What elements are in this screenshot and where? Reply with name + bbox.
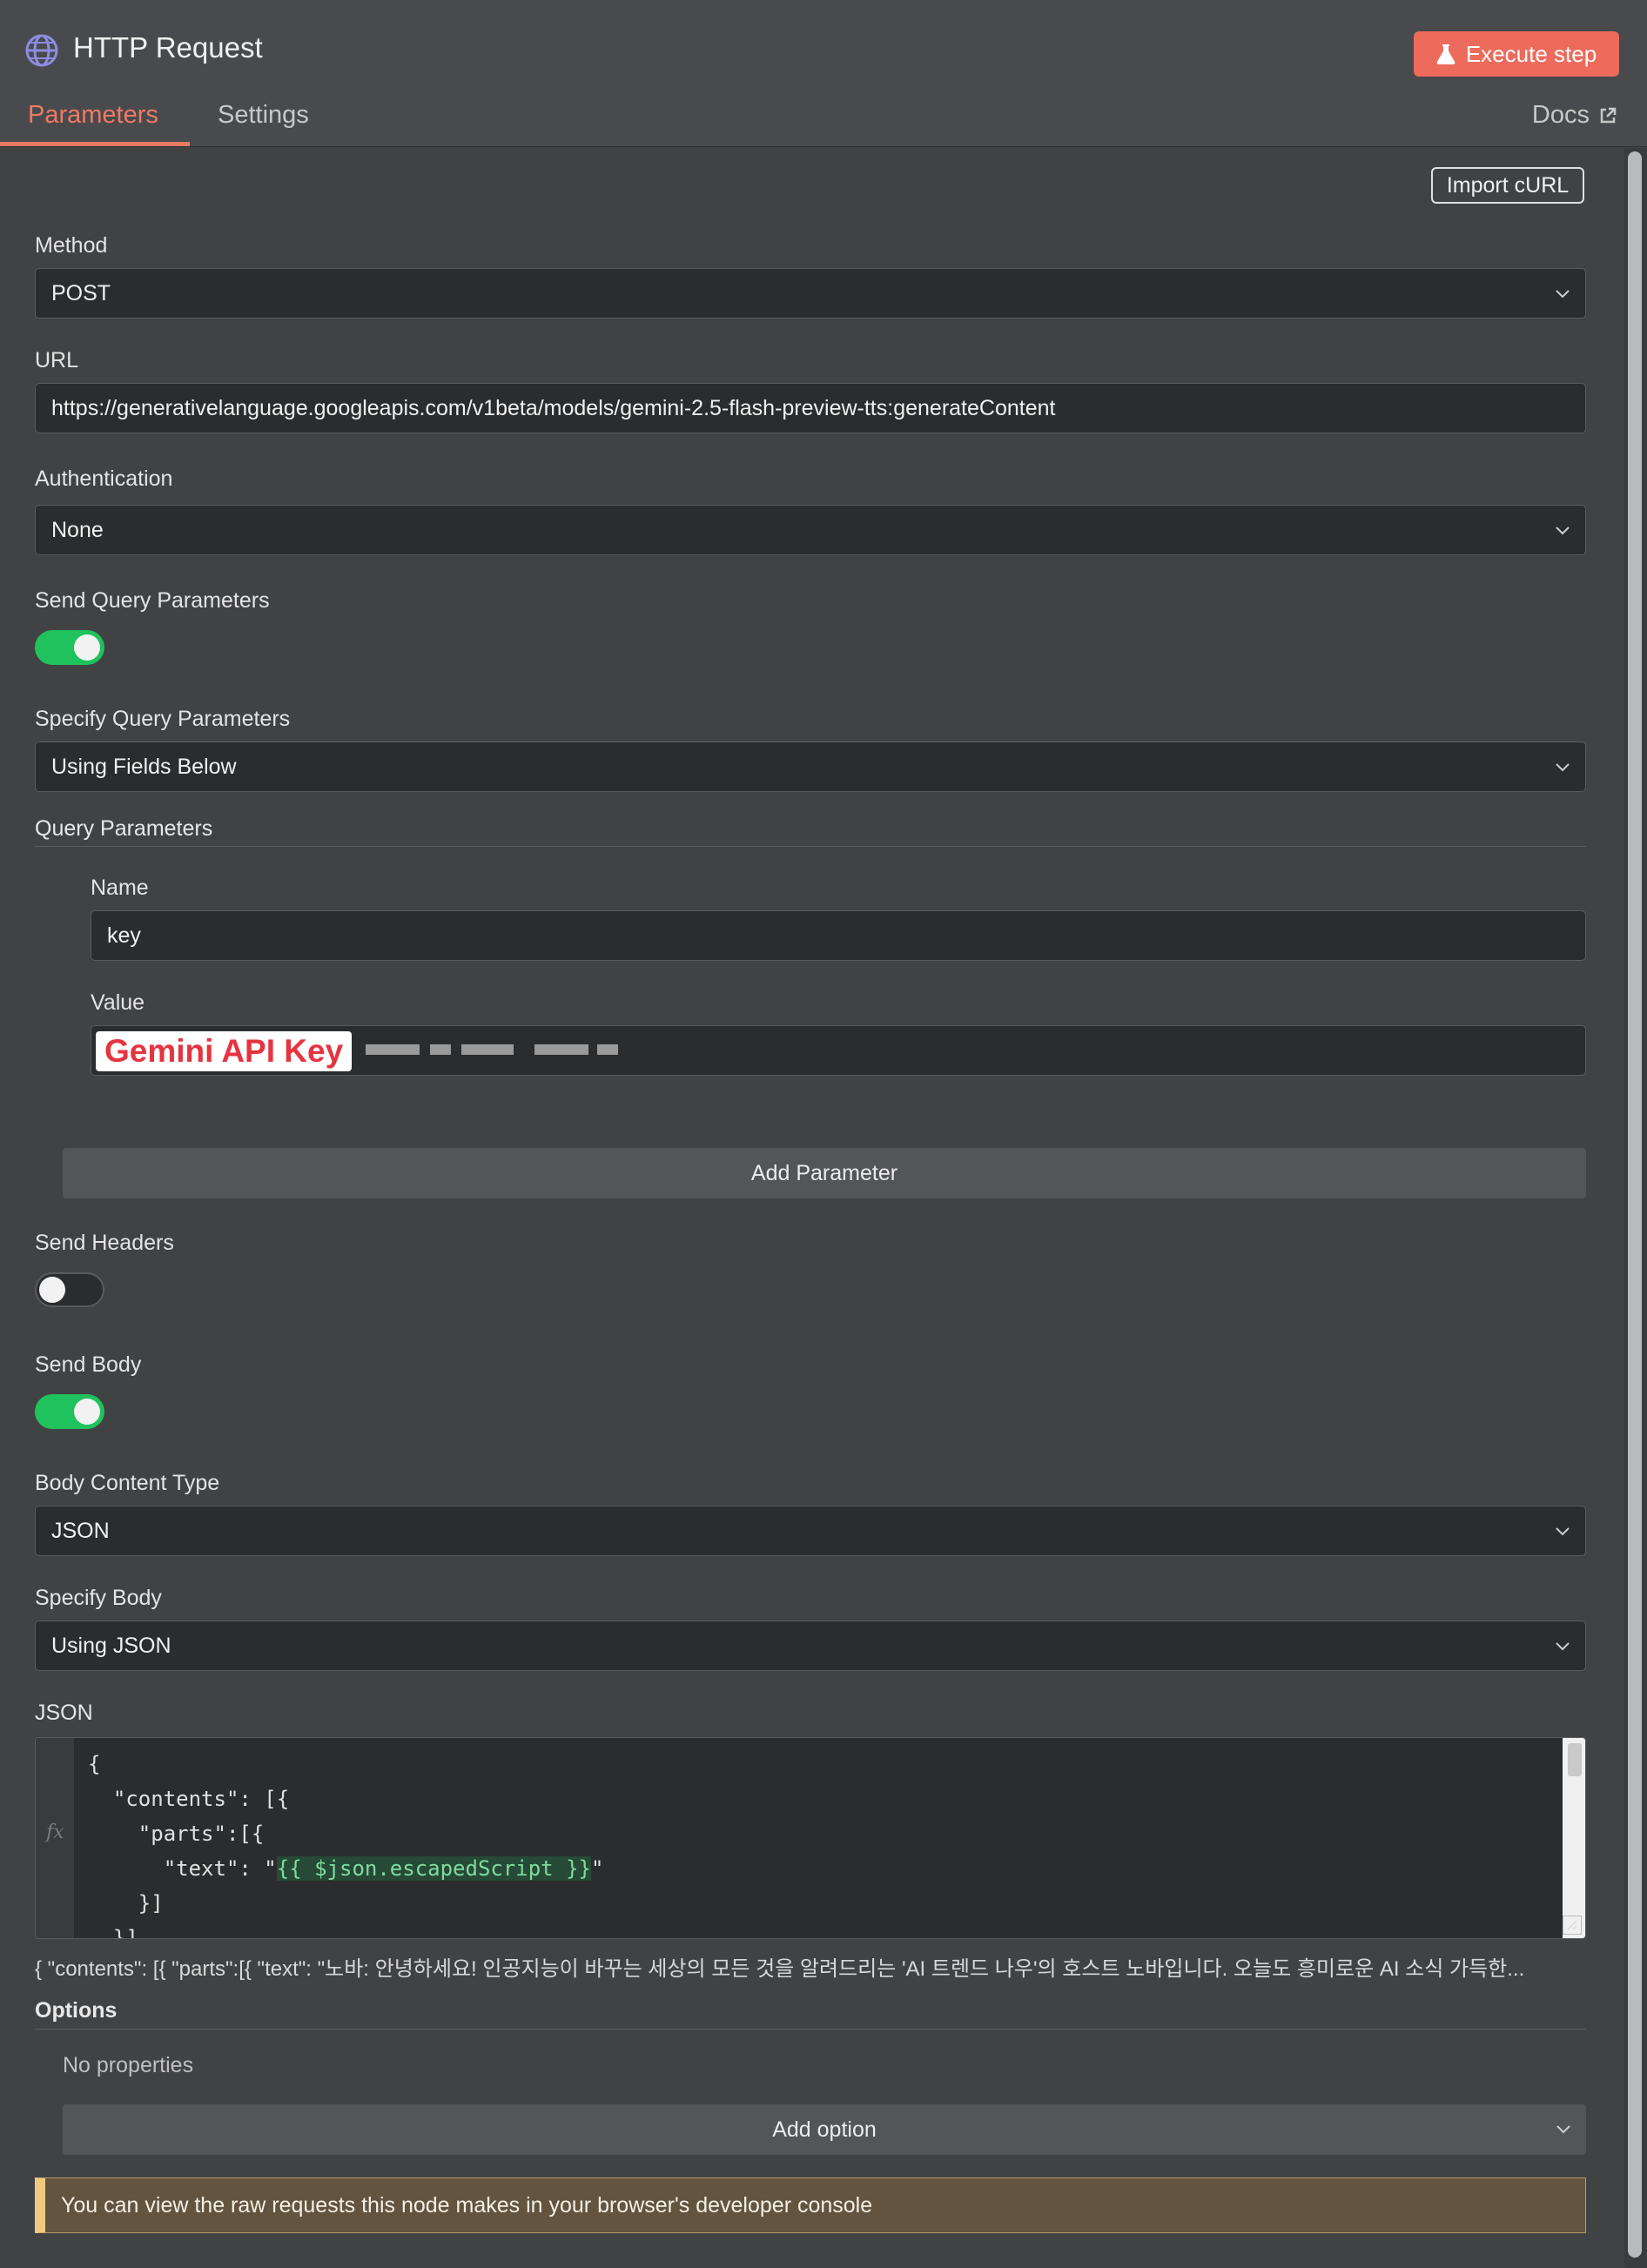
active-tab-indicator — [0, 142, 190, 146]
specify-body-select[interactable]: Using JSON — [35, 1620, 1586, 1671]
param-name-value: key — [107, 923, 141, 948]
json-preview: { "contents": [{ "parts":[{ "text": "노바:… — [35, 1957, 1525, 1981]
body-content-type-select[interactable]: JSON — [35, 1506, 1586, 1556]
execute-step-label: Execute step — [1465, 40, 1597, 67]
panel-scrollbar-thumb[interactable] — [1628, 151, 1642, 2258]
url-input[interactable]: https://generativelanguage.googleapis.co… — [35, 383, 1586, 433]
chevron-down-icon — [1556, 290, 1570, 299]
import-curl-button[interactable]: Import cURL — [1431, 167, 1584, 204]
authentication-select[interactable]: None — [35, 505, 1586, 555]
chevron-down-icon — [1556, 1527, 1570, 1536]
tab-parameters[interactable]: Parameters — [28, 101, 158, 130]
toggle-knob — [39, 1277, 65, 1303]
flask-icon — [1436, 44, 1455, 64]
send-body-toggle[interactable] — [35, 1394, 104, 1429]
body-content-type-label: Body Content Type — [35, 1471, 220, 1495]
fx-icon: fx — [46, 1822, 64, 1843]
send-body-label: Send Body — [35, 1352, 142, 1377]
code-line: { — [88, 1752, 101, 1776]
external-link-icon — [1600, 107, 1617, 123]
code-line: "parts":[{ — [88, 1822, 265, 1846]
add-parameter-button[interactable]: Add Parameter — [63, 1148, 1586, 1198]
resize-icon[interactable] — [1563, 1916, 1582, 1935]
code-line: }] — [88, 1926, 138, 1939]
editor-scrollbar-thumb[interactable] — [1568, 1743, 1582, 1776]
send-headers-label: Send Headers — [35, 1231, 174, 1255]
expression-highlight: {{ $json.escapedScript }} — [276, 1856, 591, 1881]
chevron-down-icon — [1556, 763, 1570, 772]
authentication-label: Authentication — [35, 466, 173, 491]
method-label: Method — [35, 233, 108, 258]
code-quote: " — [590, 1856, 604, 1881]
body-content-type-value: JSON — [51, 1518, 110, 1543]
redacted-value — [366, 1044, 420, 1055]
code-line-text: "text": " — [88, 1856, 277, 1881]
section-divider — [35, 846, 1586, 847]
no-properties-text: No properties — [63, 2053, 194, 2077]
redacted-value — [597, 1044, 618, 1055]
code-line: "contents": [{ — [88, 1787, 290, 1811]
param-name-input[interactable]: key — [91, 910, 1586, 961]
globe-icon — [25, 34, 58, 67]
redacted-value — [461, 1044, 514, 1055]
execute-step-button[interactable]: Execute step — [1414, 31, 1619, 77]
send-query-label: Send Query Parameters — [35, 588, 270, 613]
specify-body-label: Specify Body — [35, 1586, 162, 1610]
json-label: JSON — [35, 1701, 93, 1725]
docs-label: Docs — [1531, 101, 1590, 129]
section-divider — [35, 2029, 1586, 2030]
send-query-toggle[interactable] — [35, 630, 104, 665]
specify-query-value: Using Fields Below — [51, 754, 237, 779]
authentication-value: None — [51, 517, 104, 542]
specify-query-label: Specify Query Parameters — [35, 707, 291, 731]
code-content[interactable]: { "contents": [{ "parts":[{ "text": "{{ … — [88, 1747, 603, 1939]
url-label: URL — [35, 348, 79, 372]
url-value: https://generativelanguage.googleapis.co… — [51, 395, 1056, 420]
chevron-down-icon — [1556, 1642, 1570, 1651]
json-editor[interactable]: fx { "contents": [{ "parts":[{ "text": "… — [35, 1737, 1586, 1939]
method-select[interactable]: POST — [35, 268, 1586, 319]
send-headers-toggle[interactable] — [35, 1272, 104, 1307]
code-line: "text": "{{ $json.escapedScript }}" — [88, 1851, 603, 1886]
chevron-down-icon — [1556, 2125, 1570, 2134]
tab-settings[interactable]: Settings — [218, 101, 309, 130]
specify-body-value: Using JSON — [51, 1633, 171, 1658]
chevron-down-icon — [1556, 527, 1570, 535]
code-gutter: fx — [36, 1738, 74, 1938]
param-name-label: Name — [91, 876, 149, 900]
specify-query-select[interactable]: Using Fields Below — [35, 741, 1586, 792]
redacted-value — [430, 1044, 451, 1055]
node-header: HTTP Request Execute step Parameters Set… — [0, 0, 1647, 147]
add-option-button[interactable]: Add option — [63, 2104, 1586, 2155]
api-key-annotation: Gemini API Key — [96, 1031, 353, 1071]
add-option-label: Add option — [772, 2117, 877, 2142]
code-line: }] — [88, 1891, 164, 1916]
method-value: POST — [51, 280, 111, 305]
docs-link[interactable]: Docs — [1532, 101, 1617, 130]
redacted-value — [534, 1044, 588, 1055]
query-parameters-title: Query Parameters — [35, 816, 213, 841]
toggle-knob — [74, 1399, 100, 1425]
developer-console-notice: You can view the raw requests this node … — [35, 2177, 1586, 2233]
param-value-label: Value — [91, 990, 145, 1015]
toggle-knob — [74, 634, 100, 661]
notice-text: You can view the raw requests this node … — [61, 2192, 873, 2218]
node-title: HTTP Request — [73, 31, 263, 64]
options-title: Options — [35, 1998, 118, 2023]
